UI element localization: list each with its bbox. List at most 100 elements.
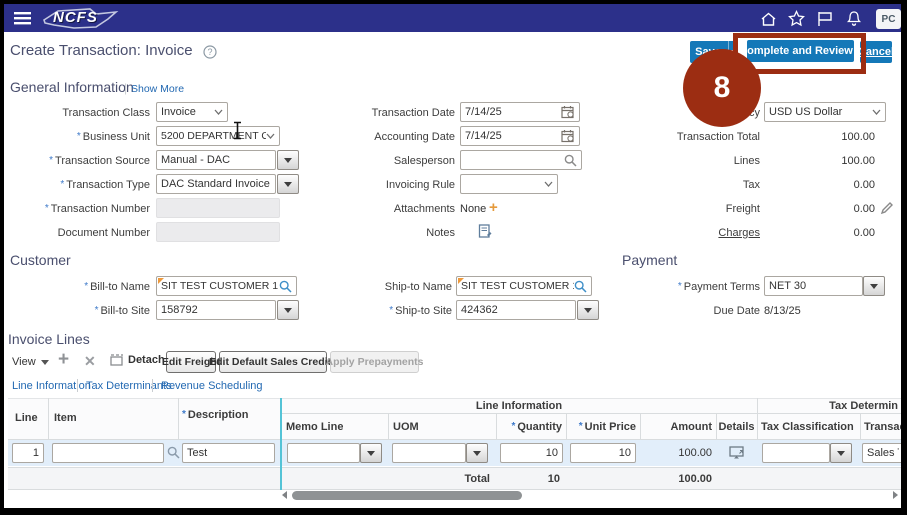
lines-label: Lines	[560, 155, 760, 167]
bell-icon[interactable]	[846, 10, 862, 27]
complete-and-review-label: Complete and Review	[739, 45, 853, 57]
col-transaction: Transac	[864, 421, 901, 433]
row-quantity-input[interactable]	[500, 443, 563, 463]
row-transaction-input[interactable]	[862, 443, 904, 463]
application-window: NCFS PC Create Transaction: Invoice ? Sa…	[0, 0, 907, 515]
add-attachment-icon[interactable]: +	[489, 199, 498, 216]
group-divider	[281, 413, 901, 414]
row-tax-classification-dropdown-button[interactable]	[830, 443, 852, 463]
transaction-class-label: Transaction Class	[0, 107, 150, 119]
frame-edge	[0, 0, 4, 515]
edit-pencil-icon[interactable]	[880, 201, 894, 215]
row-memo-line-input[interactable]	[287, 443, 360, 463]
invoicing-rule-select[interactable]	[460, 174, 558, 194]
select-chevron-icon	[872, 109, 881, 115]
details-icon[interactable]	[729, 446, 745, 459]
group-line-information: Line Information	[281, 400, 757, 412]
tab-line-information[interactable]: Line Information	[12, 380, 91, 392]
hamburger-icon[interactable]	[14, 12, 32, 25]
invoicing-rule-label: Invoicing Rule	[260, 179, 455, 191]
attachments-label: Attachments	[260, 203, 455, 215]
notes-icon[interactable]	[478, 223, 493, 239]
bill-to-site-dropdown-button[interactable]	[277, 300, 299, 320]
due-date-value: 8/13/25	[764, 305, 801, 317]
row-uom-input[interactable]	[392, 443, 466, 463]
charges-link[interactable]: Charges	[560, 227, 760, 239]
invoice-lines-table: Line Information Tax Determin Line Item …	[8, 398, 901, 490]
attachments-value: None	[460, 203, 486, 215]
col-memo-line: Memo Line	[286, 421, 343, 433]
row-memo-line-dropdown-button[interactable]	[360, 443, 382, 463]
user-avatar[interactable]: PC	[876, 9, 901, 29]
lines-value: 100.00	[775, 155, 875, 167]
charges-value: 0.00	[775, 227, 875, 239]
brand-text: NCFS	[53, 9, 98, 26]
bill-to-site-input[interactable]	[156, 300, 276, 320]
favorites-icon[interactable]	[788, 10, 805, 27]
delete-row-icon[interactable]: ✕	[84, 353, 96, 370]
ship-to-name-label: Ship-to Name	[300, 281, 452, 293]
business-unit-label: *Business Unit	[0, 131, 150, 143]
col-amount: Amount	[640, 421, 712, 433]
transaction-type-input[interactable]	[156, 174, 276, 194]
ncfs-logo[interactable]: NCFS	[36, 6, 122, 31]
view-menu-button[interactable]: View	[12, 356, 49, 368]
transaction-source-input[interactable]	[156, 150, 276, 170]
totals-quantity: 10	[470, 473, 560, 485]
dropdown-arrow-icon	[284, 308, 292, 313]
search-icon[interactable]	[279, 280, 292, 293]
group-tax-determinants: Tax Determin	[757, 400, 899, 412]
row-item-input[interactable]	[52, 443, 164, 463]
dropdown-arrow-icon	[837, 451, 845, 456]
scroll-right-arrow[interactable]	[893, 491, 898, 499]
freight-label: Freight	[560, 203, 760, 215]
complete-and-review-button[interactable]: Complete and Review	[747, 40, 854, 62]
currency-select[interactable]: USD US Dollar	[764, 102, 886, 122]
flag-icon[interactable]	[817, 11, 834, 27]
customer-heading: Customer	[10, 252, 71, 268]
scrollbar-thumb[interactable]	[292, 491, 522, 500]
row-uom-dropdown-button[interactable]	[466, 443, 488, 463]
home-icon[interactable]	[760, 11, 777, 27]
col-details: Details	[716, 421, 757, 433]
detach-button[interactable]: Detach	[110, 354, 165, 366]
frame-edge	[901, 0, 907, 515]
tab-revenue-scheduling[interactable]: Revenue Scheduling	[161, 380, 263, 392]
tab-separator	[152, 379, 153, 392]
scroll-left-arrow[interactable]	[282, 491, 287, 499]
dropdown-arrow-icon	[367, 451, 375, 456]
dropdown-arrow-icon	[41, 360, 49, 365]
row-tax-classification-input[interactable]	[762, 443, 830, 463]
transaction-type-label: *Transaction Type	[0, 179, 150, 191]
tab-separator	[77, 379, 78, 392]
row-amount-value: 100.00	[640, 447, 712, 459]
save-dropdown-arrow[interactable]	[728, 41, 737, 63]
ship-to-site-input[interactable]	[456, 300, 576, 320]
show-more-link[interactable]: Show More	[131, 83, 184, 95]
col-uom: UOM	[393, 421, 419, 433]
save-button-label: Save	[695, 46, 721, 58]
cancel-button[interactable]: Cancel	[860, 41, 892, 63]
changed-indicator	[458, 278, 464, 284]
row-line-input[interactable]	[12, 443, 44, 463]
col-unit-price: *Unit Price	[566, 421, 636, 433]
add-row-icon[interactable]: +	[58, 349, 69, 371]
row-unit-price-input[interactable]	[570, 443, 636, 463]
payment-terms-dropdown-button[interactable]	[863, 276, 885, 296]
bill-to-name-input[interactable]	[156, 276, 297, 296]
document-number-label: Document Number	[0, 227, 150, 239]
search-icon[interactable]	[167, 446, 180, 459]
horizontal-scrollbar[interactable]	[282, 489, 898, 502]
svg-text:?: ?	[207, 47, 212, 57]
invoice-lines-heading: Invoice Lines	[8, 331, 90, 347]
help-icon[interactable]: ?	[203, 45, 217, 59]
transaction-class-select[interactable]: Invoice	[156, 102, 228, 122]
row-description-input[interactable]	[182, 443, 275, 463]
payment-terms-input[interactable]	[764, 276, 863, 296]
edit-default-sales-credits-button[interactable]: Edit Default Sales Credits	[219, 351, 327, 373]
frozen-pane-divider[interactable]	[280, 398, 282, 490]
changed-indicator	[158, 278, 164, 284]
tab-tax-determinants[interactable]: Tax Determinants	[86, 380, 172, 392]
detach-icon	[110, 354, 124, 366]
save-button[interactable]: Save	[690, 41, 735, 63]
